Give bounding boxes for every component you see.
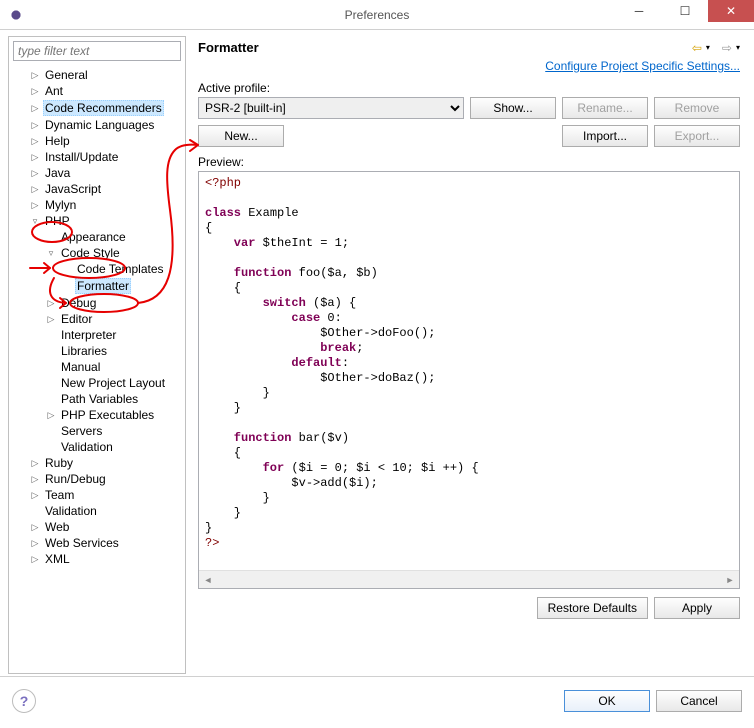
preferences-tree[interactable]: ▷General ▷Ant ▷Code Recommenders ▷Dynami… xyxy=(9,65,185,673)
chevron-right-icon[interactable]: ▷ xyxy=(29,521,41,533)
page-title: Formatter xyxy=(198,40,259,55)
tree-item-php-debug[interactable]: ▷Debug xyxy=(9,295,185,311)
tree-item-php-executables[interactable]: ▷PHP Executables xyxy=(9,407,185,423)
back-menu-icon[interactable]: ▾ xyxy=(706,43,710,52)
tree-item-php-interpreter[interactable]: Interpreter xyxy=(9,327,185,343)
chevron-right-icon[interactable]: ▷ xyxy=(29,473,41,485)
tree-item-dynamic-languages[interactable]: ▷Dynamic Languages xyxy=(9,117,185,133)
configure-project-link[interactable]: Configure Project Specific Settings... xyxy=(545,59,740,73)
window-title: Preferences xyxy=(345,8,410,22)
tree-item-java[interactable]: ▷Java xyxy=(9,165,185,181)
forward-button[interactable]: ⇨ xyxy=(722,41,732,55)
chevron-right-icon[interactable]: ▷ xyxy=(29,199,41,211)
tree-item-php[interactable]: ▿PHP xyxy=(9,213,185,229)
help-icon[interactable]: ? xyxy=(12,689,36,713)
apply-button[interactable]: Apply xyxy=(654,597,740,619)
window-controls: ─ ☐ ✕ xyxy=(616,0,754,22)
tree-item-team[interactable]: ▷Team xyxy=(9,487,185,503)
chevron-right-icon[interactable]: ▷ xyxy=(45,409,57,421)
import-button[interactable]: Import... xyxy=(562,125,648,147)
chevron-right-icon[interactable]: ▷ xyxy=(29,553,41,565)
tree-item-php-appearance[interactable]: Appearance xyxy=(9,229,185,245)
filter-input[interactable] xyxy=(13,41,181,61)
tree-item-php-validation[interactable]: Validation xyxy=(9,439,185,455)
preview-label: Preview: xyxy=(198,155,740,169)
tree-item-php-formatter[interactable]: Formatter xyxy=(9,277,185,295)
chevron-down-icon[interactable]: ▿ xyxy=(45,247,57,259)
tree-item-help[interactable]: ▷Help xyxy=(9,133,185,149)
chevron-right-icon[interactable]: ▷ xyxy=(45,297,57,309)
close-button[interactable]: ✕ xyxy=(708,0,754,22)
tree-item-ant[interactable]: ▷Ant xyxy=(9,83,185,99)
tree-item-php-code-templates[interactable]: Code Templates xyxy=(9,261,185,277)
preview-box: <?php class Example { var $theInt = 1; f… xyxy=(198,171,740,589)
tree-item-php-servers[interactable]: Servers xyxy=(9,423,185,439)
tree-item-install-update[interactable]: ▷Install/Update xyxy=(9,149,185,165)
cancel-button[interactable]: Cancel xyxy=(656,690,742,712)
remove-button: Remove xyxy=(654,97,740,119)
forward-menu-icon[interactable]: ▾ xyxy=(736,43,740,52)
chevron-down-icon[interactable]: ▿ xyxy=(29,215,41,227)
chevron-right-icon[interactable]: ▷ xyxy=(29,85,41,97)
nav-history: ⇦ ▾ ⇨ ▾ xyxy=(692,41,740,55)
main-panel: Formatter ⇦ ▾ ⇨ ▾ Configure Project Specif… xyxy=(190,36,746,674)
tree-item-validation[interactable]: Validation xyxy=(9,503,185,519)
show-button[interactable]: Show... xyxy=(470,97,556,119)
tree-item-general[interactable]: ▷General xyxy=(9,67,185,83)
chevron-right-icon[interactable]: ▷ xyxy=(29,135,41,147)
tree-item-web-services[interactable]: ▷Web Services xyxy=(9,535,185,551)
tree-item-xml[interactable]: ▷XML xyxy=(9,551,185,567)
tree-item-php-path-variables[interactable]: Path Variables xyxy=(9,391,185,407)
tree-item-php-code-style[interactable]: ▿Code Style xyxy=(9,245,185,261)
preview-code: <?php class Example { var $theInt = 1; f… xyxy=(199,172,739,570)
export-button: Export... xyxy=(654,125,740,147)
active-profile-label: Active profile: xyxy=(198,81,740,95)
titlebar: Preferences ─ ☐ ✕ xyxy=(0,0,754,30)
chevron-right-icon[interactable]: ▷ xyxy=(29,537,41,549)
tree-item-php-new-project-layout[interactable]: New Project Layout xyxy=(9,375,185,391)
chevron-right-icon[interactable]: ▷ xyxy=(45,313,57,325)
rename-button: Rename... xyxy=(562,97,648,119)
tree-item-php-libraries[interactable]: Libraries xyxy=(9,343,185,359)
maximize-button[interactable]: ☐ xyxy=(662,0,708,22)
dialog-footer: ? OK Cancel xyxy=(0,676,754,724)
tree-item-javascript[interactable]: ▷JavaScript xyxy=(9,181,185,197)
tree-item-mylyn[interactable]: ▷Mylyn xyxy=(9,197,185,213)
tree-item-web[interactable]: ▷Web xyxy=(9,519,185,535)
chevron-right-icon[interactable]: ▷ xyxy=(29,119,41,131)
tree-item-php-manual[interactable]: Manual xyxy=(9,359,185,375)
preferences-sidebar: ▷General ▷Ant ▷Code Recommenders ▷Dynami… xyxy=(8,36,186,674)
ok-button[interactable]: OK xyxy=(564,690,650,712)
chevron-right-icon[interactable]: ▷ xyxy=(29,183,41,195)
tree-item-ruby[interactable]: ▷Ruby xyxy=(9,455,185,471)
active-profile-select[interactable]: PSR-2 [built-in] xyxy=(198,97,464,119)
chevron-right-icon[interactable]: ▷ xyxy=(29,69,41,81)
new-button[interactable]: New... xyxy=(198,125,284,147)
tree-item-code-recommenders[interactable]: ▷Code Recommenders xyxy=(9,99,185,117)
minimize-button[interactable]: ─ xyxy=(616,0,662,22)
back-button[interactable]: ⇦ xyxy=(692,41,702,55)
chevron-right-icon[interactable]: ▷ xyxy=(29,151,41,163)
tree-item-run-debug[interactable]: ▷Run/Debug xyxy=(9,471,185,487)
tree-item-php-editor[interactable]: ▷Editor xyxy=(9,311,185,327)
app-icon xyxy=(8,7,24,23)
restore-defaults-button[interactable]: Restore Defaults xyxy=(537,597,648,619)
chevron-right-icon[interactable]: ▷ xyxy=(29,102,41,114)
chevron-right-icon[interactable]: ▷ xyxy=(29,489,41,501)
chevron-right-icon[interactable]: ▷ xyxy=(29,457,41,469)
chevron-right-icon[interactable]: ▷ xyxy=(29,167,41,179)
horizontal-scrollbar[interactable]: ◄► xyxy=(199,570,739,588)
